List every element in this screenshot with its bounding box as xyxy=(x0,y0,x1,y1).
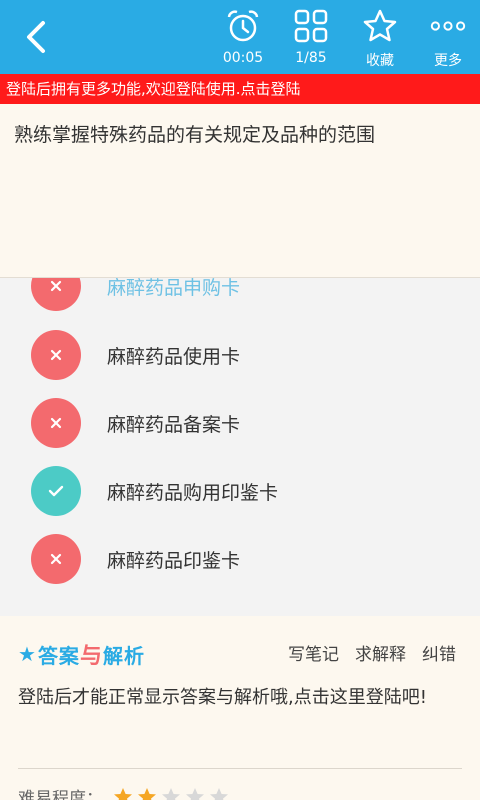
grid-icon xyxy=(294,9,328,43)
option-item[interactable]: 麻醉药品使用卡 xyxy=(0,325,480,385)
cross-icon xyxy=(50,553,62,565)
favorite-button[interactable]: 收藏 xyxy=(345,8,415,70)
more-button[interactable]: 更多 xyxy=(413,8,480,70)
top-toolbar: 00:05 1/85 收藏 更多 xyxy=(0,0,480,74)
option-label: 麻醉药品使用卡 xyxy=(107,345,241,368)
favorite-label: 收藏 xyxy=(366,53,394,69)
analysis-title-and: 与 xyxy=(79,644,103,669)
timer-label: 00:05 xyxy=(222,50,264,66)
wrong-mark xyxy=(31,330,81,380)
difficulty-stars xyxy=(113,787,229,800)
option-item[interactable]: 麻醉药品备案卡 xyxy=(0,393,480,453)
cross-icon xyxy=(50,349,62,361)
option-item[interactable]: 麻醉药品申购卡 xyxy=(0,278,480,316)
difficulty-star-icon xyxy=(114,787,132,800)
cross-icon xyxy=(50,417,62,429)
options-list: 麻醉药品申购卡 麻醉药品使用卡 麻醉药品备案卡 麻醉药品购用印鉴卡 麻醉药品印鉴… xyxy=(0,278,480,616)
chevron-left-icon xyxy=(27,21,45,53)
report-error-button[interactable]: 纠错 xyxy=(422,640,456,665)
ask-explanation-button[interactable]: 求解释 xyxy=(355,640,406,665)
more-dots-icon xyxy=(430,21,466,31)
difficulty-star-icon xyxy=(162,787,180,800)
difficulty-star-icon xyxy=(138,787,156,800)
divider xyxy=(18,768,462,769)
star-icon xyxy=(363,9,397,42)
question-panel: 熟练掌握特殊药品的有关规定及品种的范围 xyxy=(0,104,480,278)
option-item[interactable]: 麻醉药品购用印鉴卡 xyxy=(0,461,480,521)
analysis-title: ★ 答案 与 解析 xyxy=(18,638,145,670)
question-index-button[interactable]: 1/85 xyxy=(276,8,346,70)
difficulty-star-icon xyxy=(186,787,204,800)
option-label: 麻醉药品购用印鉴卡 xyxy=(107,481,279,504)
option-label: 麻醉药品备案卡 xyxy=(107,413,241,436)
option-item[interactable]: 麻醉药品印鉴卡 xyxy=(0,529,480,589)
star-bullet-icon: ★ xyxy=(18,642,36,666)
analysis-title-answer: 答案 xyxy=(37,643,80,668)
analysis-login-prompt[interactable]: 登陆后才能正常显示答案与解析哦,点击这里登陆吧! xyxy=(18,682,462,714)
analysis-panel: ★ 答案 与 解析 写笔记 求解释 纠错 登陆后才能正常显示答案与解析哦,点击这… xyxy=(0,616,480,800)
more-label: 更多 xyxy=(434,53,462,69)
alarm-clock-icon xyxy=(227,10,259,42)
progress-label: 1/85 xyxy=(295,50,327,66)
check-icon xyxy=(48,485,64,497)
wrong-mark xyxy=(31,278,81,311)
wrong-mark xyxy=(31,398,81,448)
correct-mark xyxy=(31,466,81,516)
question-text: 熟练掌握特殊药品的有关规定及品种的范围 xyxy=(14,124,376,146)
wrong-mark xyxy=(31,534,81,584)
option-label: 麻醉药品印鉴卡 xyxy=(107,549,241,572)
analysis-actions: 写笔记 求解释 纠错 xyxy=(288,640,456,665)
cross-icon xyxy=(50,280,62,292)
write-notes-button[interactable]: 写笔记 xyxy=(288,640,339,665)
difficulty-rating: 难易程度： xyxy=(18,784,229,800)
timer-button[interactable]: 00:05 xyxy=(208,8,278,70)
login-banner[interactable]: 登陆后拥有更多功能,欢迎登陆使用.点击登陆 xyxy=(0,74,480,104)
back-button[interactable] xyxy=(14,14,58,60)
difficulty-star-icon xyxy=(210,787,228,800)
option-label: 麻醉药品申购卡 xyxy=(107,278,241,299)
difficulty-label: 难易程度： xyxy=(18,789,103,800)
analysis-title-analysis: 解析 xyxy=(102,643,145,668)
